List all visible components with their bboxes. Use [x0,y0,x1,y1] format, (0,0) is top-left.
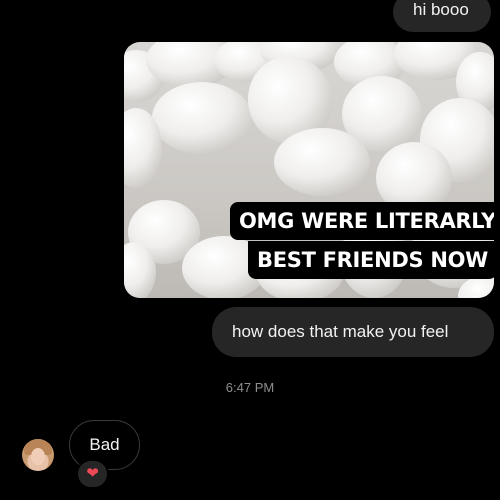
message-text: Bad [89,435,120,454]
avatar[interactable] [22,439,54,471]
outgoing-message-bubble[interactable]: how does that make you feel [212,307,494,357]
message-text: hi booo [413,0,469,19]
message-text: how does that make you feel [232,322,449,341]
image-caption-line-2: BEST FRIENDS NOW [248,241,494,279]
avatar-face [31,448,45,465]
message-timestamp: 6:47 PM [225,380,275,395]
heart-reaction-icon[interactable]: ❤ [76,459,109,489]
shared-image-message[interactable]: OMG WERE LITERARLY BEST FRIENDS NOW [124,42,494,298]
heart-icon: ❤ [86,465,99,482]
outgoing-message-bubble[interactable]: hi booo [393,0,491,32]
image-caption-line-1: OMG WERE LITERARLY [230,202,494,240]
